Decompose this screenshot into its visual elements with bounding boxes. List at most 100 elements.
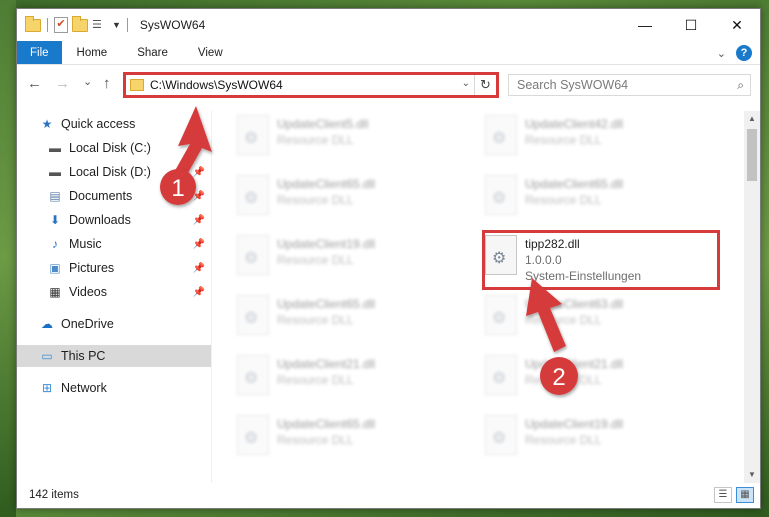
dll-file-icon (237, 235, 269, 275)
toolbar-divider (126, 18, 128, 32)
tiles-view-icon[interactable]: ▦ (736, 487, 754, 503)
tab-share[interactable]: Share (122, 41, 183, 64)
file-item[interactable]: UpdateClient65.dll Resource DLL (213, 291, 453, 345)
tab-view[interactable]: View (183, 41, 238, 64)
file-item[interactable]: UpdateClient42.dll Resource DLL (461, 111, 701, 165)
search-icon[interactable]: ⌕ (737, 78, 744, 93)
sidebar-item-local-disk-c[interactable]: ▬ Local Disk (C:) 📌 (17, 137, 211, 159)
drive-icon: ▬ (49, 141, 61, 155)
sidebar-item-label: Local Disk (D:) (69, 165, 151, 179)
dll-file-icon (237, 175, 269, 215)
back-arrow-icon[interactable]: ← (27, 75, 42, 92)
dll-file-icon (237, 355, 269, 395)
file-type: Resource DLL (277, 133, 354, 147)
folder-icon (25, 15, 41, 32)
sidebar-item-downloads[interactable]: ⬇ Downloads 📌 (17, 209, 211, 231)
search-placeholder: Search SysWOW64 (517, 78, 629, 92)
file-name: UpdateClient65.dll (277, 177, 376, 191)
network-icon: ⊞ (41, 381, 53, 395)
search-input[interactable]: Search SysWOW64 ⌕ (508, 74, 751, 96)
forward-arrow-icon[interactable]: → (55, 75, 70, 92)
sidebar-item-label: This PC (61, 349, 106, 363)
file-item[interactable]: UpdateClient65.dll Resource DLL (213, 171, 453, 225)
sidebar-item-label: OneDrive (61, 317, 114, 331)
window-title: SysWOW64 (139, 18, 206, 32)
minimize-button[interactable]: — (622, 9, 668, 41)
sidebar-item-label: Videos (69, 285, 107, 299)
downloads-icon: ⬇ (49, 213, 61, 227)
scroll-down-icon[interactable]: ▼ (744, 467, 760, 483)
file-type: Resource DLL (525, 133, 602, 147)
sidebar-item-videos[interactable]: ▦ Videos 📌 (17, 281, 211, 303)
file-item[interactable]: UpdateClient21.dll Resource DLL (213, 351, 453, 405)
dll-file-icon (485, 175, 517, 215)
sidebar-item-network[interactable]: ⊞ Network (17, 377, 211, 399)
sidebar-item-quick-access[interactable]: ★ Quick access (17, 113, 211, 135)
sidebar-item-pictures[interactable]: ▣ Pictures 📌 (17, 257, 211, 279)
file-item[interactable]: UpdateClient65.dll Resource DLL (461, 171, 701, 225)
sidebar-item-music[interactable]: ♪ Music 📌 (17, 233, 211, 255)
maximize-button[interactable]: ☐ (668, 9, 714, 41)
help-icon[interactable]: ? (736, 45, 752, 61)
scroll-up-icon[interactable]: ▲ (744, 111, 760, 127)
star-icon: ★ (41, 117, 53, 131)
file-type: Resource DLL (525, 193, 602, 207)
pin-icon: 📌 (192, 142, 205, 154)
dll-file-icon (485, 415, 517, 455)
file-item[interactable]: UpdateClient19.dll Resource DLL (213, 231, 453, 285)
ribbon-controls: ⌄ ? (717, 45, 752, 61)
dll-file-icon (237, 415, 269, 455)
sidebar-item-label: Network (61, 381, 107, 395)
pictures-icon: ▣ (49, 261, 61, 275)
file-item[interactable]: UpdateClient19.dll Resource DLL (461, 411, 701, 465)
pin-icon: 📌 (192, 190, 205, 202)
toolbar-divider (47, 18, 48, 32)
sidebar-item-label: Local Disk (C:) (69, 141, 151, 155)
sidebar-item-this-pc[interactable]: ▭ This PC (17, 345, 211, 367)
view-options-icon[interactable]: ☰ (92, 18, 108, 32)
file-name: UpdateClient21.dll (277, 357, 376, 371)
dll-file-icon (485, 295, 517, 335)
up-arrow-icon[interactable]: ↑ (103, 75, 111, 92)
chevron-down-icon[interactable]: ⌄ (717, 47, 726, 60)
new-folder-icon[interactable] (72, 15, 88, 32)
scrollbar-thumb[interactable] (747, 129, 757, 181)
file-item[interactable]: UpdateClient21.dll Resource DLL (461, 351, 701, 405)
documents-icon: ▤ (49, 189, 61, 203)
sidebar-item-label: Pictures (69, 261, 115, 275)
pin-icon: 📌 (192, 214, 205, 226)
computer-icon: ▭ (41, 349, 53, 363)
address-highlight-box (123, 72, 499, 98)
sidebar-item-local-disk-d[interactable]: ▬ Local Disk (D:) 📌 (17, 161, 211, 183)
file-type: Resource DLL (525, 313, 602, 327)
file-name: UpdateClient65.dll (277, 297, 376, 311)
pin-icon: 📌 (192, 238, 205, 250)
customize-toolbar-dropdown-icon[interactable]: ▼ (112, 20, 121, 30)
file-name: UpdateClient21.dll (525, 357, 624, 371)
music-icon: ♪ (52, 237, 58, 251)
tab-file[interactable]: File (17, 41, 62, 64)
file-list: UpdateClient5.dll Resource DLL UpdateClie… (213, 111, 743, 483)
dll-file-icon (237, 295, 269, 335)
file-item[interactable]: UpdateClient5.dll Resource DLL (213, 111, 453, 165)
file-name: UpdateClient5.dll (277, 117, 369, 131)
properties-check-icon[interactable]: ✔ (54, 17, 68, 33)
sidebar-item-documents[interactable]: ▤ Documents 📌 (17, 185, 211, 207)
recent-locations-icon[interactable]: ⌄ (83, 75, 92, 88)
vertical-scrollbar[interactable]: ▲ ▼ (744, 111, 760, 483)
file-item[interactable]: UpdateClient65.dll Resource DLL (213, 411, 453, 465)
file-name: UpdateClient19.dll (277, 237, 376, 251)
status-bar: 142 items ☰ ▦ (17, 482, 760, 508)
pane-divider (211, 111, 212, 483)
file-type: Resource DLL (277, 253, 354, 267)
pin-icon: 📌 (192, 166, 205, 178)
sidebar-item-label: Quick access (61, 117, 136, 131)
tab-home[interactable]: Home (62, 41, 123, 64)
file-item[interactable]: UpdateClient63.dll Resource DLL (461, 291, 701, 345)
details-view-icon[interactable]: ☰ (714, 487, 732, 503)
sidebar-item-onedrive[interactable]: ☁ OneDrive (17, 313, 211, 335)
navigation-bar: ← → ⌄ ↑ C:\Windows\SysWOW64 ⌄ ↻ Search S… (17, 65, 760, 103)
file-type: Resource DLL (277, 313, 354, 327)
sidebar-item-label: Music (69, 237, 102, 251)
close-button[interactable]: ✕ (714, 9, 760, 41)
